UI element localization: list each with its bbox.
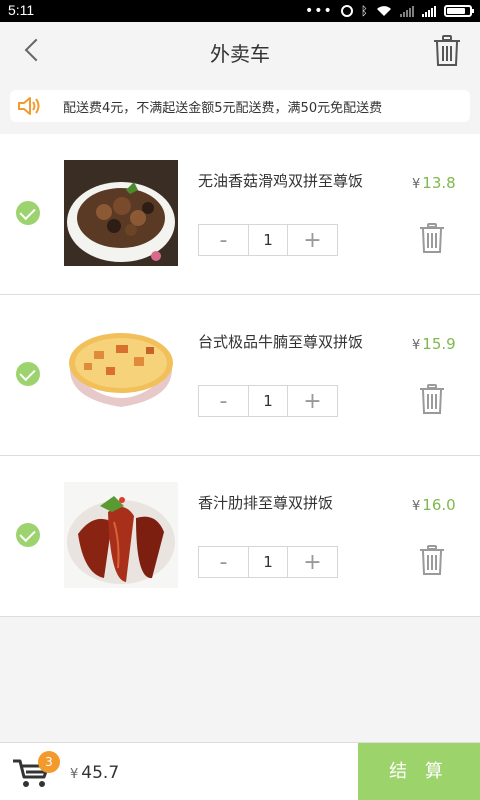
trash-icon [420, 223, 444, 253]
speaker-icon [18, 97, 40, 115]
increase-button[interactable]: + [288, 547, 337, 577]
clear-cart-button[interactable] [430, 34, 464, 68]
more-notifications-icon: ••• [305, 3, 333, 19]
signal-icon-1 [400, 5, 414, 17]
battery-icon [444, 5, 474, 17]
currency-symbol: ¥ [412, 177, 421, 192]
status-time: 5:11 [8, 2, 35, 18]
trash-icon [434, 35, 460, 66]
quantity-stepper: - 1 + [198, 224, 338, 256]
bottom-bar: 3 ¥45.7 结 算 [0, 742, 480, 800]
notice-text: 配送费4元，不满起送金额5元配送费，满50元免配送费 [63, 101, 383, 116]
item-name: 香汁肋排至尊双拼饭 [198, 494, 334, 512]
total-price: ¥45.7 [70, 763, 119, 783]
quantity-value: 1 [248, 547, 288, 577]
price-value: 16.0 [422, 496, 456, 514]
item-checkbox[interactable] [16, 362, 40, 386]
checkout-button[interactable]: 结 算 [358, 743, 480, 800]
quantity-value: 1 [248, 386, 288, 416]
cart-item: 香汁肋排至尊双拼饭 ¥16.0 - 1 + [0, 456, 480, 617]
status-bar: 5:11 ••• ᛒ [0, 0, 480, 22]
increase-button[interactable]: + [288, 386, 337, 416]
cart-item: 台式极品牛腩至尊双拼饭 ¥15.9 - 1 + [0, 295, 480, 456]
trash-icon [420, 545, 444, 575]
item-name: 无油香菇滑鸡双拼至尊饭 [198, 172, 364, 190]
sync-icon [340, 5, 353, 17]
food-image [64, 482, 178, 588]
price-value: 13.8 [422, 174, 456, 192]
decrease-button[interactable]: - [199, 547, 248, 577]
item-price: ¥15.9 [412, 335, 456, 353]
item-checkbox[interactable] [16, 201, 40, 225]
trash-icon [420, 384, 444, 414]
delivery-notice: 配送费4元，不满起送金额5元配送费，满50元免配送费 [10, 90, 470, 122]
increase-button[interactable]: + [288, 225, 337, 255]
food-image [64, 321, 178, 427]
total-value: 45.7 [81, 763, 120, 783]
cart-item: 无油香菇滑鸡双拼至尊饭 ¥13.8 - 1 + [0, 134, 480, 295]
currency-symbol: ¥ [412, 338, 421, 353]
quantity-stepper: - 1 + [198, 546, 338, 578]
item-price: ¥13.8 [412, 174, 456, 192]
item-checkbox[interactable] [16, 523, 40, 547]
quantity-value: 1 [248, 225, 288, 255]
bluetooth-icon: ᛒ [360, 4, 368, 18]
food-image [64, 160, 178, 266]
price-value: 15.9 [422, 335, 456, 353]
cart-list: 无油香菇滑鸡双拼至尊饭 ¥13.8 - 1 + 台式极品牛腩至尊双拼饭 ¥ 15… [0, 134, 480, 617]
wifi-icon [377, 6, 391, 16]
currency-symbol: ¥ [412, 499, 421, 514]
item-price: ¥16.0 [412, 496, 456, 514]
delete-item-button[interactable] [417, 383, 447, 415]
currency-symbol: ¥ [70, 767, 79, 782]
decrease-button[interactable]: - [199, 225, 248, 255]
status-icons: ••• ᛒ [305, 3, 474, 19]
item-name: 台式极品牛腩至尊双拼饭 [198, 333, 364, 351]
cart-count-badge: 3 [38, 751, 60, 773]
delete-item-button[interactable] [417, 544, 447, 576]
signal-icon-2 [422, 5, 436, 17]
quantity-stepper: - 1 + [198, 385, 338, 417]
header: 外卖车 [0, 22, 480, 80]
delete-item-button[interactable] [417, 222, 447, 254]
page-title: 外卖车 [210, 42, 270, 66]
decrease-button[interactable]: - [199, 386, 248, 416]
